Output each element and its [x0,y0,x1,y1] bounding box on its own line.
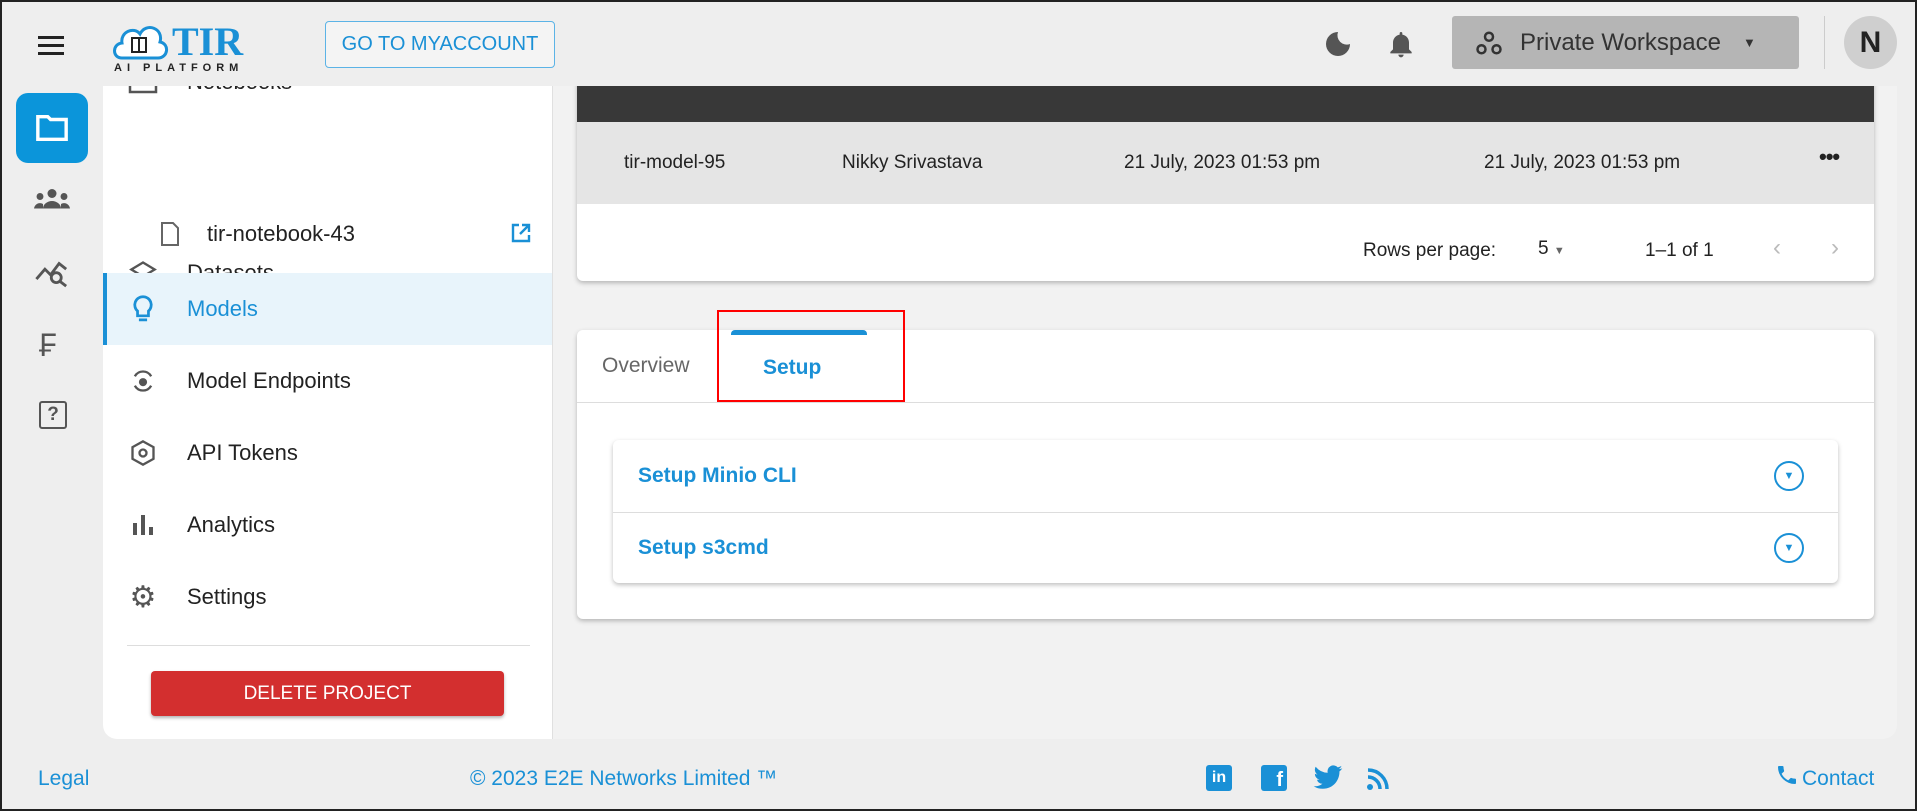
sidebar-item-label: API Tokens [187,440,298,465]
sidebar-item-settings[interactable]: ⚙ Settings [103,561,552,633]
updated-at: 21 July, 2023 01:53 pm [1484,152,1681,173]
created-at: 21 July, 2023 01:53 pm [1124,152,1321,173]
token-icon [128,439,158,467]
twitter-icon[interactable] [1312,765,1344,797]
sidebar-item-model-endpoints[interactable]: Model Endpoints [103,345,552,417]
model-name[interactable]: tir-model-95 [624,152,725,174]
project-sidebar: Notebooks tir-notebook-43 Datasets Model… [103,86,553,739]
copyright: © 2023 E2E Networks Limited ™ [470,767,778,790]
main-content: tir-model-95 Nikky Srivastava 21 July, 2… [553,76,1897,739]
tab-overview[interactable]: Overview [602,354,690,378]
rss-icon[interactable] [1366,767,1390,797]
caret-down-icon: ▼ [1742,35,1756,50]
accordion-setup-minio-cli[interactable]: Setup Minio CLI ▼ [613,440,1838,512]
accordion-setup-s3cmd[interactable]: Setup s3cmd ▼ [613,512,1838,584]
table-row[interactable]: tir-model-95 Nikky Srivastava 21 July, 2… [577,122,1874,204]
cloud-logo-icon [113,26,168,60]
go-to-myaccount-button[interactable]: GO TO MYACCOUNT [325,21,555,68]
sidebar-item-label: Analytics [187,512,276,537]
contact-link[interactable]: Contact [1802,767,1874,791]
facebook-icon[interactable]: f [1261,765,1287,791]
highlight-box [717,310,905,402]
model-owner: Nikky Srivastava [842,152,983,173]
sidebar-item-notebooks[interactable]: Notebooks [103,86,552,118]
user-avatar[interactable]: N [1844,16,1897,69]
rows-per-page-value: 5 [1538,238,1549,259]
gear-icon: ⚙ [129,580,157,614]
dark-mode-moon-icon[interactable] [1322,28,1354,65]
accordion-label: Setup Minio CLI [638,464,797,487]
projects-folder-button[interactable] [16,93,88,163]
sidebar-item-analytics[interactable]: Analytics [103,489,552,561]
divider [127,645,530,646]
divider [1824,16,1825,69]
analytics-search-icon[interactable] [35,256,69,293]
app-window: TIR AI PLATFORM GO TO MYACCOUNT Private … [0,0,1917,811]
billing-currency-icon[interactable]: ₣ [39,327,57,364]
footer: Legal © 2023 E2E Networks Limited ™ in f… [2,739,1915,809]
previous-page-icon[interactable]: ‹ [1773,234,1781,262]
phone-icon [1775,763,1799,793]
expand-chevron-icon[interactable]: ▼ [1774,461,1804,491]
legal-link[interactable]: Legal [38,767,89,791]
rows-per-page-label: Rows per page: [1363,240,1497,261]
next-page-icon[interactable]: › [1831,234,1839,262]
lightbulb-icon [128,294,158,324]
top-bar: TIR AI PLATFORM GO TO MYACCOUNT Private … [2,2,1915,86]
expand-chevron-icon[interactable]: ▼ [1774,533,1804,563]
delete-project-button[interactable]: DELETE PROJECT [151,671,504,716]
caret-down-icon: ▼ [1553,245,1565,257]
hamburger-menu-icon[interactable] [38,31,64,60]
sidebar-item-models[interactable]: Models [103,273,552,345]
help-icon[interactable]: ? [39,401,67,429]
sidebar-item-label: Settings [187,584,267,609]
tabs-divider [577,402,1874,403]
more-actions-icon[interactable]: ••• [1819,144,1840,170]
logo-text: TIR [172,19,244,64]
workspace-name: Private Workspace [1520,28,1721,56]
team-icon[interactable] [34,186,70,215]
linkedin-icon[interactable]: in [1206,765,1232,791]
sidebar-item-label: Notebooks [187,86,292,95]
sidebar-item-label: Model Endpoints [187,368,351,393]
pagination-range: 1–1 of 1 [1645,240,1714,261]
accordion-label: Setup s3cmd [638,536,769,559]
models-table: tir-model-95 Nikky Srivastava 21 July, 2… [577,76,1874,281]
bar-chart-icon [128,513,158,537]
logo[interactable]: TIR AI PLATFORM [110,18,260,74]
rows-per-page-select[interactable]: 5 ▼ [1538,238,1565,260]
sidebar-item-api-tokens[interactable]: API Tokens [103,417,552,489]
endpoint-icon [128,367,158,395]
sidebar-item-label: Models [187,296,258,321]
workspace-selector[interactable]: Private Workspace ▼ [1452,16,1799,69]
notebook-icon [128,86,158,94]
logo-subtitle: AI PLATFORM [114,62,244,74]
notifications-bell-icon[interactable] [1385,27,1417,66]
setup-accordion: Setup Minio CLI ▼ Setup s3cmd ▼ [613,440,1838,583]
workspace-icon [1476,30,1502,55]
folder-icon [36,114,68,142]
